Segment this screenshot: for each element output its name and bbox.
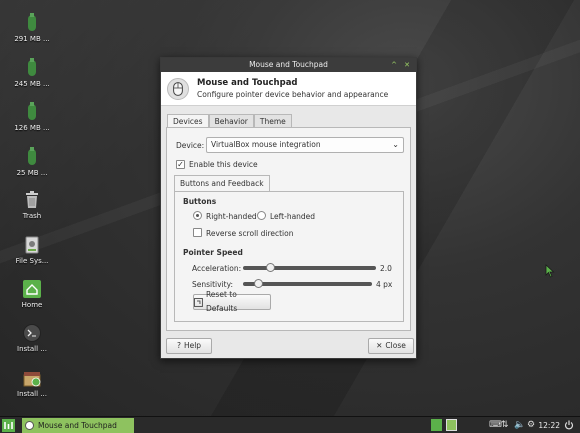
tab-theme[interactable]: Theme [253,114,292,128]
help-button[interactable]: ? Help [166,338,212,354]
mouse-icon [167,77,189,100]
mouse-icon [25,421,34,430]
desktop-icon-trash[interactable]: Trash [6,191,58,220]
workspace-2[interactable] [446,419,457,431]
enable-device-label: Enable this device [189,160,258,169]
mouse-cursor-icon [545,264,555,278]
desktop-icon-label: Install ... [17,390,47,398]
home-icon [23,280,41,298]
device-label: Device: [176,141,205,150]
desktop-icon-drive-245[interactable]: 245 MB ... [6,57,58,88]
buttons-section-heading: Buttons [183,197,217,206]
desktop-icon-label: File Sys... [15,257,49,265]
window-titlebar[interactable]: Mouse and Touchpad ^ ✕ [161,58,416,72]
settings-icon[interactable]: ⚙ [527,419,535,432]
help-icon: ? [176,341,181,350]
desktop-icon-drive-291[interactable]: 291 MB ... [6,12,58,43]
desktop-icon-label: 291 MB ... [14,35,50,43]
close-button[interactable]: ✕ Close [368,338,414,354]
reset-defaults-button[interactable]: Reset to Defaults [193,290,271,313]
filesystem-icon [25,236,39,254]
right-handed-label: Right-handed [206,212,257,221]
reset-defaults-label: Reset to Defaults [205,290,238,313]
window-title: Mouse and Touchpad [249,60,328,69]
chevron-down-icon: ⌄ [392,140,399,149]
help-label: Help [183,341,202,350]
minimize-icon[interactable]: ^ [389,60,399,70]
terminal-icon [23,324,41,342]
desktop-icon-filesystem[interactable]: File Sys... [6,236,58,265]
sensitivity-slider[interactable] [243,279,372,288]
sensitivity-slider-handle[interactable] [254,279,263,288]
close-icon: ✕ [376,341,383,350]
acceleration-label: Acceleration: [192,264,242,273]
usb-drive-icon [28,58,36,76]
sensitivity-value: 4 px [376,280,393,289]
reset-icon [194,297,203,307]
desktop-icon-installer[interactable]: Install ... [6,369,58,398]
close-window-icon[interactable]: ✕ [402,60,412,70]
desktop-icon-label: Home [21,301,43,309]
right-handed-radio[interactable] [193,211,202,220]
clock: 12:22 [538,421,560,430]
left-handed-radio[interactable] [257,211,266,220]
usb-drive-icon [28,102,36,120]
trash-icon [26,191,38,208]
power-icon[interactable] [564,420,574,430]
installer-icon [23,372,41,387]
left-handed-label: Left-handed [270,212,316,221]
desktop-icon-label: Trash [22,212,42,220]
taskbar: Mouse and Touchpad ⌨ ⇅ 🔈 ⚙ 12:22 [0,416,580,433]
tab-devices[interactable]: Devices [167,114,209,128]
reverse-scroll-checkbox[interactable] [193,228,202,237]
main-tabs: Devices Behavior Theme [167,114,292,128]
desktop-icon-drive-126[interactable]: 126 MB ... [6,101,58,132]
volume-icon[interactable]: 🔈 [514,419,525,432]
workspace-1[interactable] [431,419,442,431]
tab-behavior[interactable]: Behavior [208,114,254,128]
device-select-value: VirtualBox mouse integration [211,140,321,149]
close-label: Close [385,341,406,350]
usb-drive-icon [28,13,36,31]
acceleration-value: 2.0 [380,264,392,273]
network-icon[interactable]: ⇅ [501,419,509,432]
dialog-title: Mouse and Touchpad [197,78,298,88]
taskbar-item-label: Mouse and Touchpad [38,421,117,430]
desktop-icon-home[interactable]: Home [6,280,58,309]
menu-icon[interactable] [2,419,15,432]
desktop-icon-label: 245 MB ... [14,80,50,88]
sub-tabs: Buttons and Feedback [174,175,270,192]
dialog-subtitle: Configure pointer device behavior and ap… [197,90,389,99]
desktop-icon-install-terminal[interactable]: Install ... [6,324,58,353]
desktop-icon-label: Install ... [17,345,47,353]
pointer-speed-heading: Pointer Speed [183,248,243,257]
desktop-icon-drive-25[interactable]: 25 MB ... [6,146,58,177]
desktop-icon-label: 25 MB ... [16,169,48,177]
acceleration-slider-handle[interactable] [266,263,275,272]
enable-device-checkbox[interactable]: ✓ [176,160,185,169]
usb-drive-icon [28,147,36,165]
acceleration-slider[interactable] [243,263,376,272]
tab-buttons-feedback[interactable]: Buttons and Feedback [174,175,270,192]
taskbar-item-mouse-touchpad[interactable]: Mouse and Touchpad [22,418,134,433]
dialog-header: Mouse and Touchpad Configure pointer dev… [161,72,416,106]
desktop-icon-label: 126 MB ... [14,124,50,132]
device-select[interactable]: VirtualBox mouse integration ⌄ [206,137,404,153]
reverse-scroll-label: Reverse scroll direction [206,229,294,238]
